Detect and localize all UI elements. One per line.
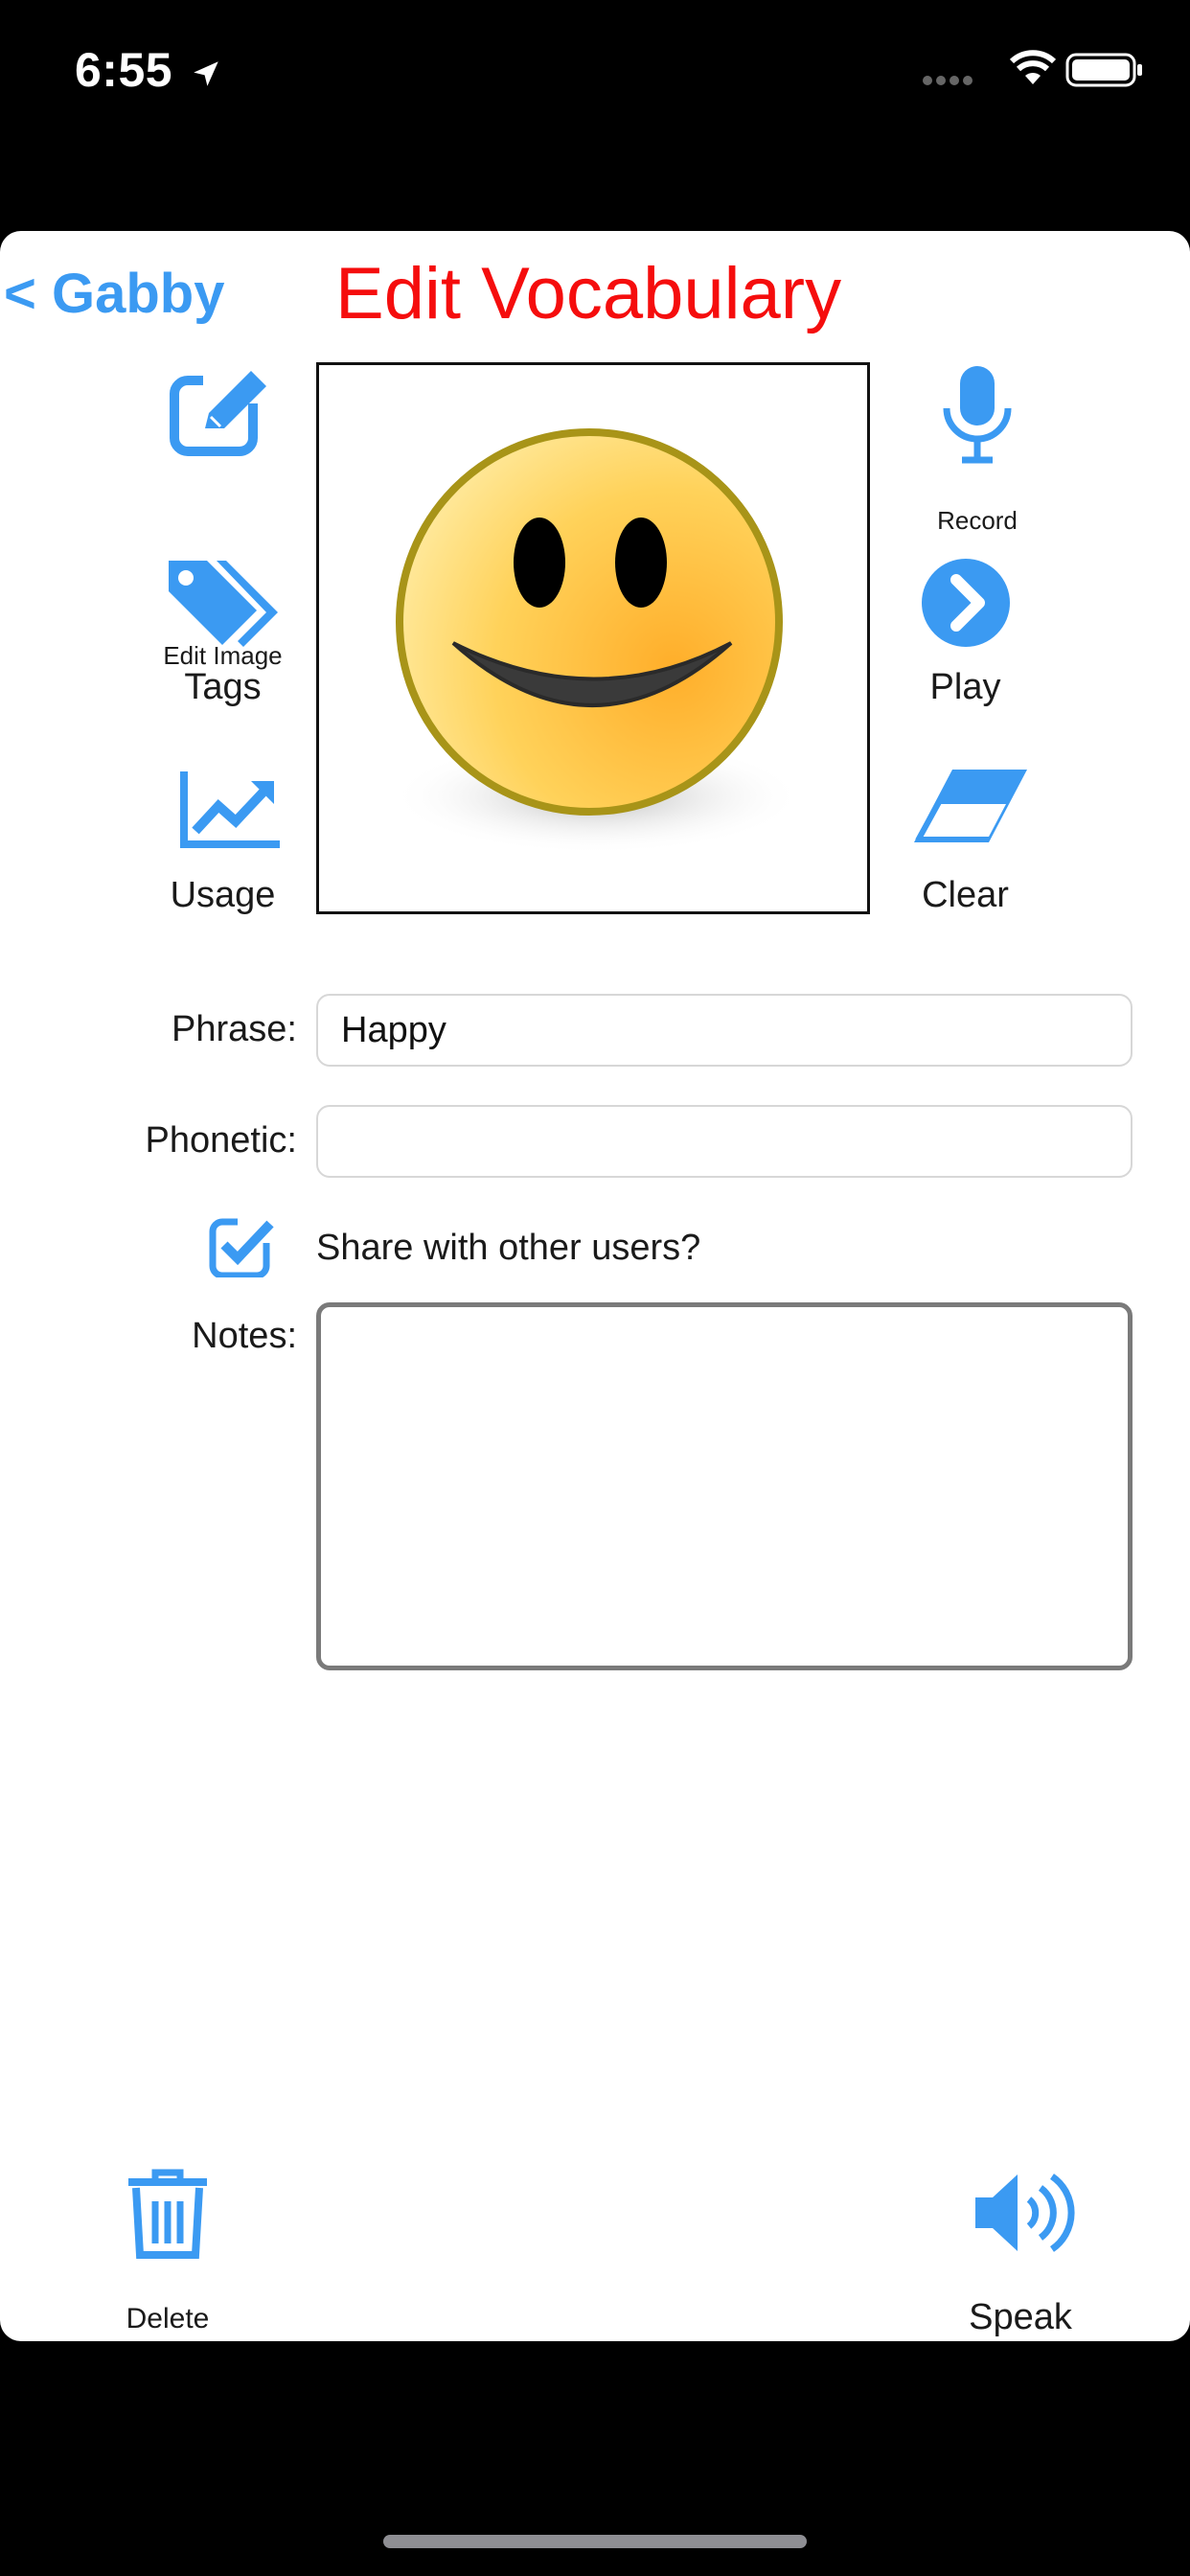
tags-icon [169,561,278,647]
smiley-face-icon [391,428,803,854]
signal-dots-icon [923,76,973,85]
share-checkbox[interactable] [209,1216,278,1279]
vocabulary-image-frame[interactable] [316,362,870,914]
phrase-field[interactable]: Happy [316,994,1133,1067]
usage-label: Usage [170,875,276,915]
edit-vocabulary-sheet: < Gabby Edit Vocabulary Edit Image Tags … [0,231,1190,2341]
play-icon [922,559,1010,647]
location-arrow-icon [194,61,219,86]
battery-icon [1065,53,1142,87]
tags-label: Tags [184,667,262,707]
status-time-text: 6:55 [75,43,173,97]
record-label: Record [937,506,1018,535]
phrase-label: Phrase: [172,1009,297,1049]
page-title: Edit Vocabulary [335,253,842,334]
delete-label: Delete [126,2303,210,2334]
share-label: Share with other users? [316,1228,701,1268]
record-button[interactable]: Record [901,362,1054,535]
eraser-icon [914,770,1027,842]
clear-label: Clear [922,875,1009,915]
phonetic-label: Phonetic: [145,1120,297,1161]
edit-image-button[interactable]: Edit Image [144,365,302,670]
speak-button[interactable]: Speak [949,2167,1092,2339]
phonetic-field[interactable] [316,1105,1133,1178]
speaker-icon [975,2174,1075,2252]
notes-textarea[interactable] [316,1302,1133,1670]
usage-chart-icon [180,771,280,848]
back-button[interactable]: < Gabby [4,262,224,326]
play-label: Play [929,667,1001,707]
delete-button[interactable]: Delete [105,2167,230,2339]
trash-icon [128,2169,207,2259]
edit-image-icon [170,367,274,456]
microphone-icon [943,366,1012,464]
status-time: 6:55 [75,42,222,98]
speak-label: Speak [969,2297,1072,2337]
wifi-icon [1009,50,1057,84]
checkbox-checked-icon [209,1216,278,1279]
notes-label: Notes: [192,1316,297,1356]
home-indicator[interactable] [383,2535,807,2548]
